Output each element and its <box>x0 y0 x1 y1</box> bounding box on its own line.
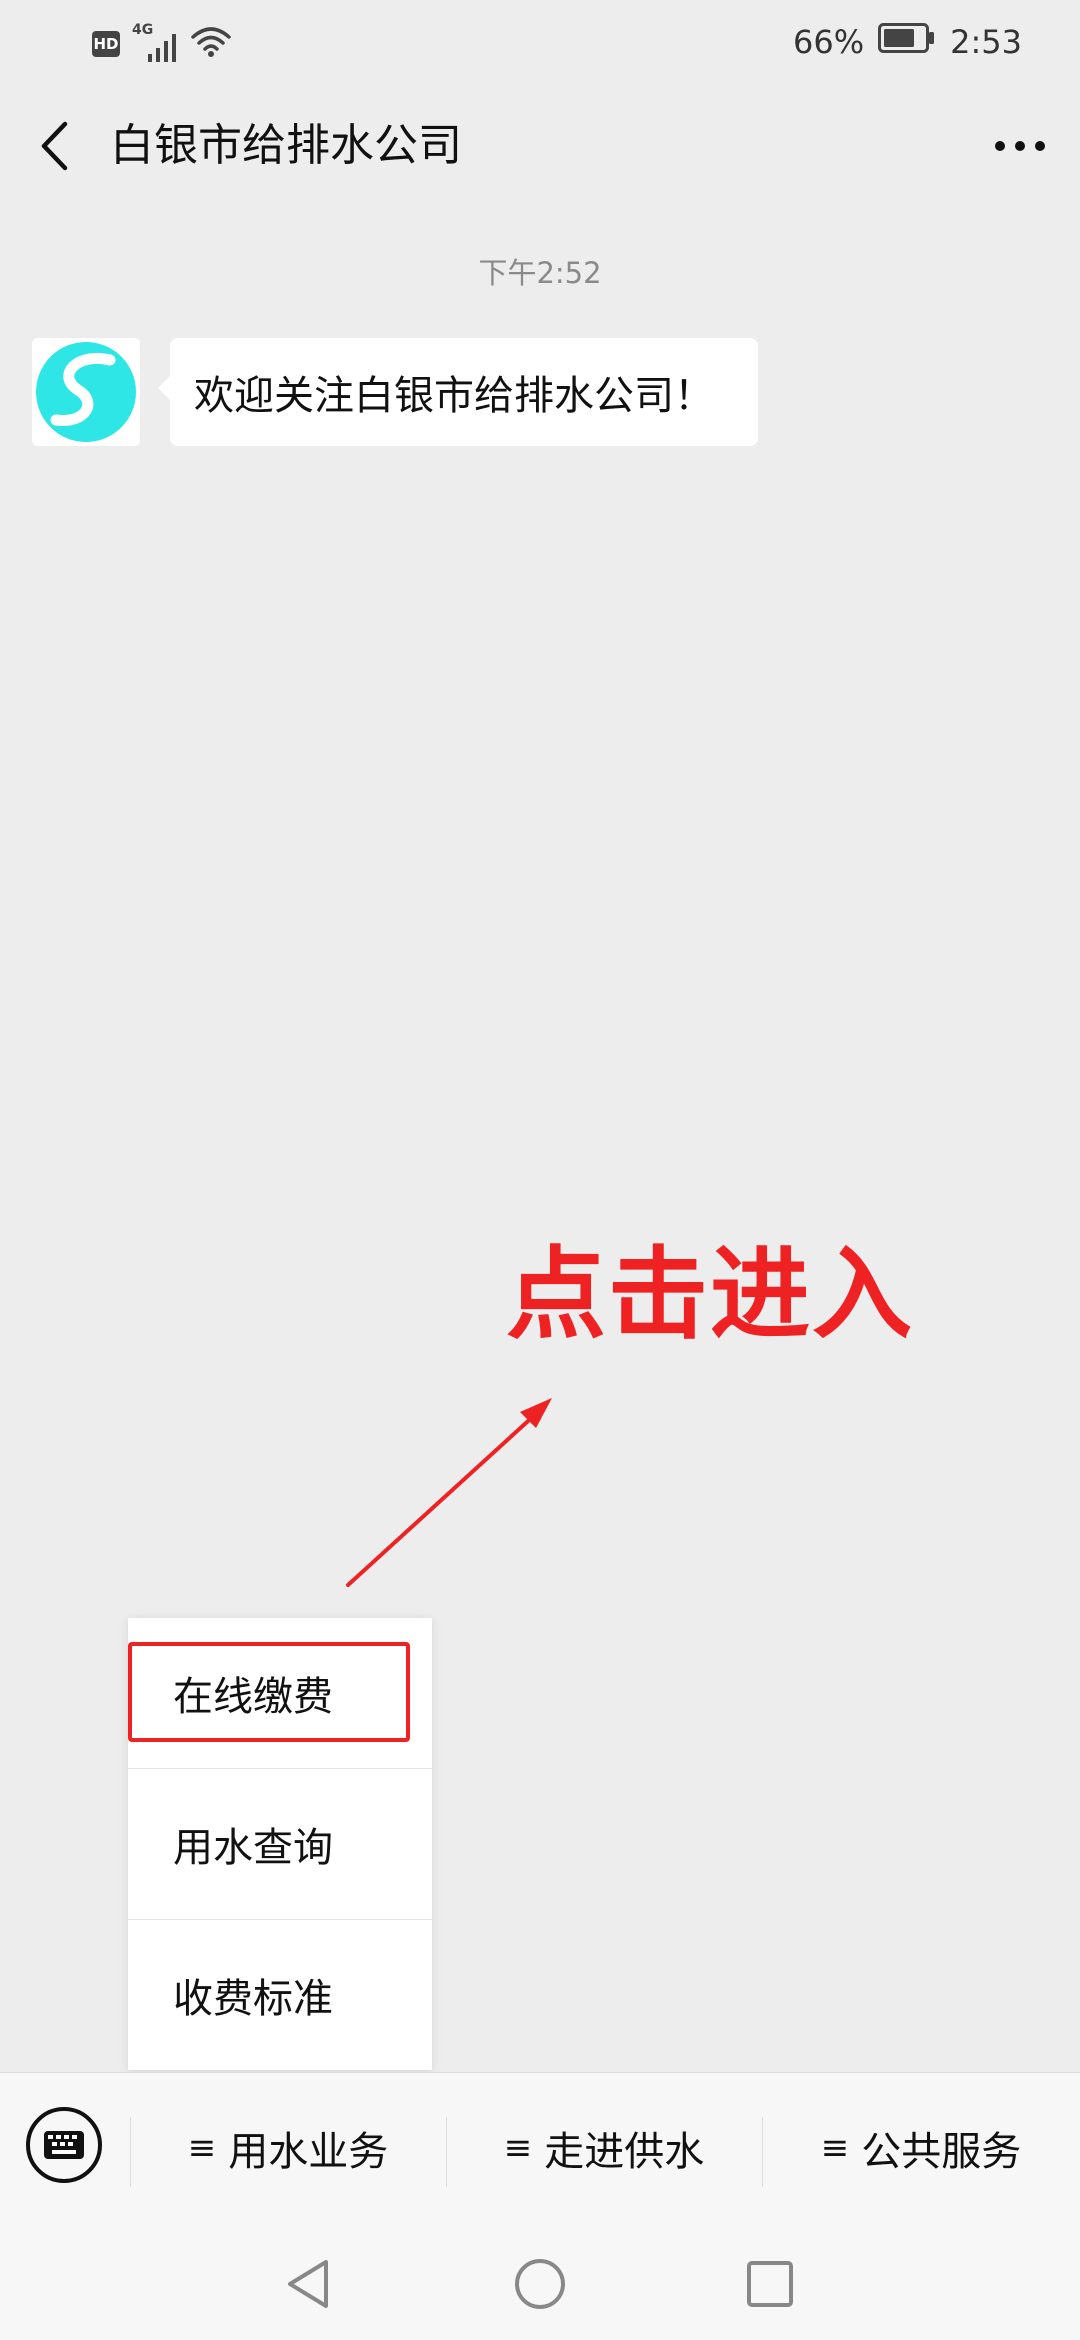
status-left: HD 4G <box>92 22 232 64</box>
back-button[interactable] <box>22 114 86 178</box>
popup-item-label: 收费标准 <box>173 1975 333 2022</box>
nav-back-button[interactable] <box>276 2252 340 2316</box>
message-text: 欢迎关注白银市给排水公司！ <box>194 373 714 419</box>
chevron-left-icon <box>41 121 68 171</box>
ellipsis-icon <box>995 141 1045 151</box>
popup-item-online-payment[interactable]: 在线缴费 <box>128 1618 432 1768</box>
status-right: 66% 2:53 <box>793 20 1022 64</box>
popup-item-fee-standard[interactable]: 收费标准 <box>128 1919 432 2069</box>
menu-tab-public-service[interactable]: ≡ 公共服务 <box>762 2073 1080 2223</box>
chat-header: 白银市给排水公司 <box>0 84 1080 220</box>
highlight-box <box>128 1642 410 1742</box>
menu-tab-about-supply[interactable]: ≡ 走进供水 <box>446 2073 762 2223</box>
menu-tab-water-business[interactable]: ≡ 用水业务 <box>130 2073 446 2223</box>
signal-icon: 4G <box>132 22 178 64</box>
triangle-back-icon <box>288 2260 328 2308</box>
popup-item-water-query[interactable]: 用水查询 <box>128 1768 432 1918</box>
status-bar: HD 4G 66% 2:53 <box>0 0 1080 84</box>
page-title: 白银市给排水公司 <box>110 120 462 171</box>
avatar[interactable] <box>32 338 140 446</box>
annotation-text: 点击进入 <box>506 1236 914 1353</box>
nav-home-button[interactable] <box>508 2252 572 2316</box>
hd-badge: HD <box>92 31 120 57</box>
nav-recent-button[interactable] <box>738 2252 802 2316</box>
menu-list-icon: ≡ <box>503 2128 533 2168</box>
message-bubble[interactable]: 欢迎关注白银市给排水公司！ <box>158 338 758 446</box>
menu-bar: ≡ 用水业务 ≡ 走进供水 ≡ 公共服务 <box>0 2072 1080 2229</box>
menu-tab-label: 公共服务 <box>861 2129 1022 2175</box>
square-recent-icon <box>747 2261 793 2307</box>
status-time: 2:53 <box>950 23 1022 61</box>
keyboard-button[interactable] <box>26 2107 102 2183</box>
wifi-icon <box>190 25 232 63</box>
more-options-button[interactable] <box>980 114 1060 178</box>
menu-list-icon: ≡ <box>820 2128 850 2168</box>
message-timestamp: 下午2:52 <box>478 256 602 290</box>
battery-percent: 66% <box>793 23 865 61</box>
menu-list-icon: ≡ <box>187 2128 217 2168</box>
popup-menu: 在线缴费 用水查询 收费标准 <box>128 1618 432 2070</box>
system-nav-bar <box>0 2228 1080 2340</box>
keyboard-icon <box>44 2131 84 2159</box>
menu-tab-label: 走进供水 <box>544 2129 705 2175</box>
popup-item-label: 用水查询 <box>173 1824 333 1871</box>
menu-tab-label: 用水业务 <box>228 2129 389 2175</box>
circle-home-icon <box>515 2259 565 2309</box>
company-logo-icon <box>32 338 140 446</box>
battery-icon <box>878 23 936 61</box>
